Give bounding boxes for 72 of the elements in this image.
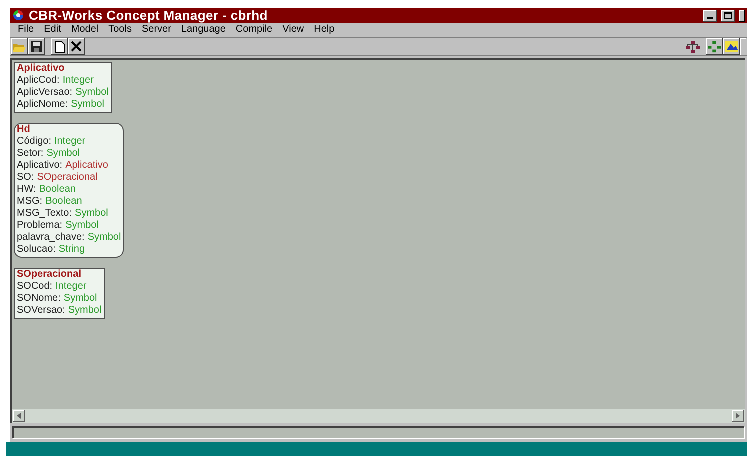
attribute-name: SO: [17,172,34,184]
cross-icon [71,41,82,52]
maximize-icon [724,12,732,19]
attribute-type: Symbol [46,148,80,160]
attribute-name: Solucao: [17,244,56,256]
concept-node[interactable]: Hd Código: Integer Setor: Symbol Aplicativo: Aplicativo SO: SOperacional HW: Boolean MSG: Boolean MSG_Texto: Symbol Problema: Symbol palavra_chave: Symbol Solucao: String [14,123,124,258]
menu-item[interactable]: Server [142,25,172,35]
hierarchy-icon[interactable] [686,40,700,52]
attribute-name: Código: [17,136,52,148]
attribute-name: HW: [17,184,36,196]
attribute-type: Aplicativo [66,160,108,172]
concept-name: SOperacional [17,269,82,281]
menu-item[interactable]: Compile [236,25,273,35]
menu-item[interactable]: Model [71,25,99,35]
menu-item[interactable]: Help [314,25,335,35]
attribute-type: Integer [56,281,87,293]
concept-name: Aplicativo [17,63,66,75]
save-button[interactable] [28,38,45,55]
close-button[interactable] [739,10,745,22]
concept-node[interactable]: SOperacional SOCod: Integer SONome: Symbol SOVersao: Symbol [14,268,105,319]
menu-item[interactable]: Edit [44,25,62,35]
attribute-type: Integer [62,75,94,87]
attribute-type: Boolean [39,184,76,196]
menu-item[interactable]: File [18,25,34,35]
attribute-name: SOVersao: [17,305,66,317]
attribute-type: Symbol [66,220,99,232]
concept-node[interactable]: Aplicativo AplicCod: Integer AplicVersao: Symbol AplicNome: Symbol [14,62,112,113]
attribute-name: SONome: [17,293,61,305]
new-button[interactable] [51,38,68,55]
attribute-name: AplicCod: [17,75,60,87]
page-icon [54,40,64,52]
folder-icon [13,42,26,52]
minimize-button[interactable] [703,10,717,22]
attribute-type: Symbol [68,305,102,317]
attribute-type: Symbol [75,208,108,220]
attribute-type: Integer [54,136,86,148]
attribute-name: Setor: [17,148,44,160]
floppy-icon [31,41,42,52]
maximize-button[interactable] [721,10,735,22]
left-arrow-icon [17,413,21,419]
window-title: CBR-Works Concept Manager - cbrhd [29,9,268,22]
attribute-name: MSG_Texto: [17,208,72,220]
image-button[interactable] [723,38,740,55]
attribute-type: Symbol [88,232,122,244]
concept-name: Hd [17,124,32,136]
hierarchy-icon [708,40,721,52]
attribute-type: Symbol [76,87,109,99]
minimize-icon [707,16,713,18]
attribute-name: MSG: [17,196,43,208]
attribute-type: String [58,244,86,256]
menu-item[interactable]: Language [181,25,226,35]
attribute-name: SOCod: [17,281,53,293]
scroll-left-button[interactable] [13,410,25,422]
attribute-type: SOperacional [37,172,98,184]
horizontal-scrollbar[interactable] [12,409,745,423]
menu-item[interactable]: View [282,25,304,35]
delete-button[interactable] [68,38,85,55]
attribute-type: Symbol [71,99,104,111]
hierarchy-button[interactable] [706,38,723,55]
image-icon [725,41,738,52]
menu-item[interactable]: Tools [108,25,132,35]
attribute-type: Symbol [64,293,98,305]
attribute-type: Boolean [46,196,82,208]
attribute-name: Problema: [17,220,63,232]
scroll-right-button[interactable] [732,410,744,422]
attribute-name: Aplicativo: [17,160,63,172]
right-arrow-icon [736,413,740,419]
attribute-name: palavra_chave: [17,232,85,244]
attribute-name: AplicVersao: [17,87,73,99]
attribute-name: AplicNome: [17,99,68,111]
app-icon [12,10,25,21]
open-button[interactable] [11,38,28,55]
